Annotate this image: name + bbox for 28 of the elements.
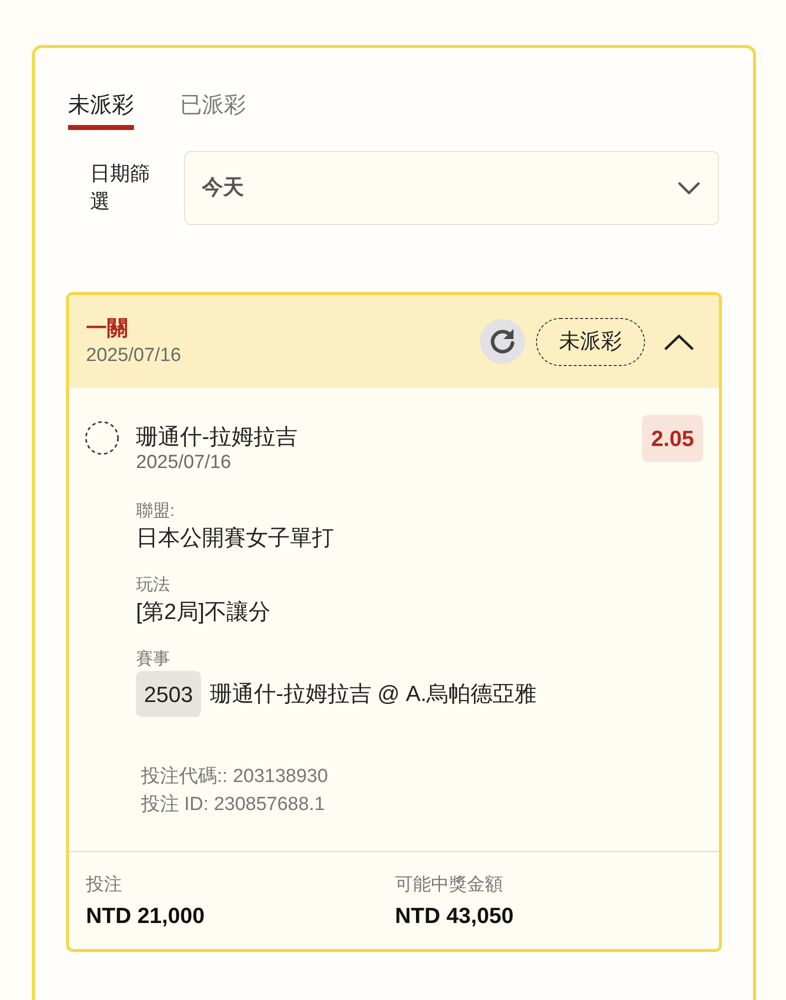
field-value: [第2局]不讓分 [136, 598, 270, 626]
odds-badge: 2.05 [642, 415, 703, 462]
selection-date: 2025/07/16 [136, 451, 232, 475]
event-code: 2503 [136, 671, 201, 717]
field-label: 聯盟: [136, 500, 175, 522]
field-value: 珊通什-拉姆拉吉 @ A.烏帕德亞雅 [210, 680, 537, 708]
filter-label: 日期篩選 [90, 162, 151, 215]
status-badge: 未派彩 [536, 318, 645, 366]
refresh-button[interactable] [480, 319, 525, 364]
date-select[interactable]: 今天 [184, 151, 719, 225]
bet-code: 投注代碼:: 203138930 [141, 765, 328, 789]
summary-value: NTD 21,000 [86, 902, 205, 930]
selection-title: 珊通什-拉姆拉吉 [136, 423, 298, 451]
chevron-down-icon [678, 182, 700, 194]
summary-value: NTD 43,050 [395, 902, 514, 930]
summary-label: 可能中獎金額 [395, 873, 503, 896]
refresh-icon [480, 319, 525, 364]
bet-date: 2025/07/16 [86, 344, 182, 368]
field-label: 賽事 [136, 648, 170, 670]
bet-id: 投注 ID: 230857688.1 [141, 793, 325, 817]
tab[interactable]: 已派彩 [180, 91, 246, 130]
field-label: 玩法 [136, 574, 170, 596]
field-value: 日本公開賽女子單打 [136, 524, 334, 552]
chevron-up-icon [664, 334, 694, 350]
tab[interactable]: 未派彩 [68, 91, 134, 130]
summary-label: 投注 [86, 873, 122, 896]
bet-type: 一關 [86, 316, 128, 342]
dashed-circle-icon [85, 421, 119, 455]
